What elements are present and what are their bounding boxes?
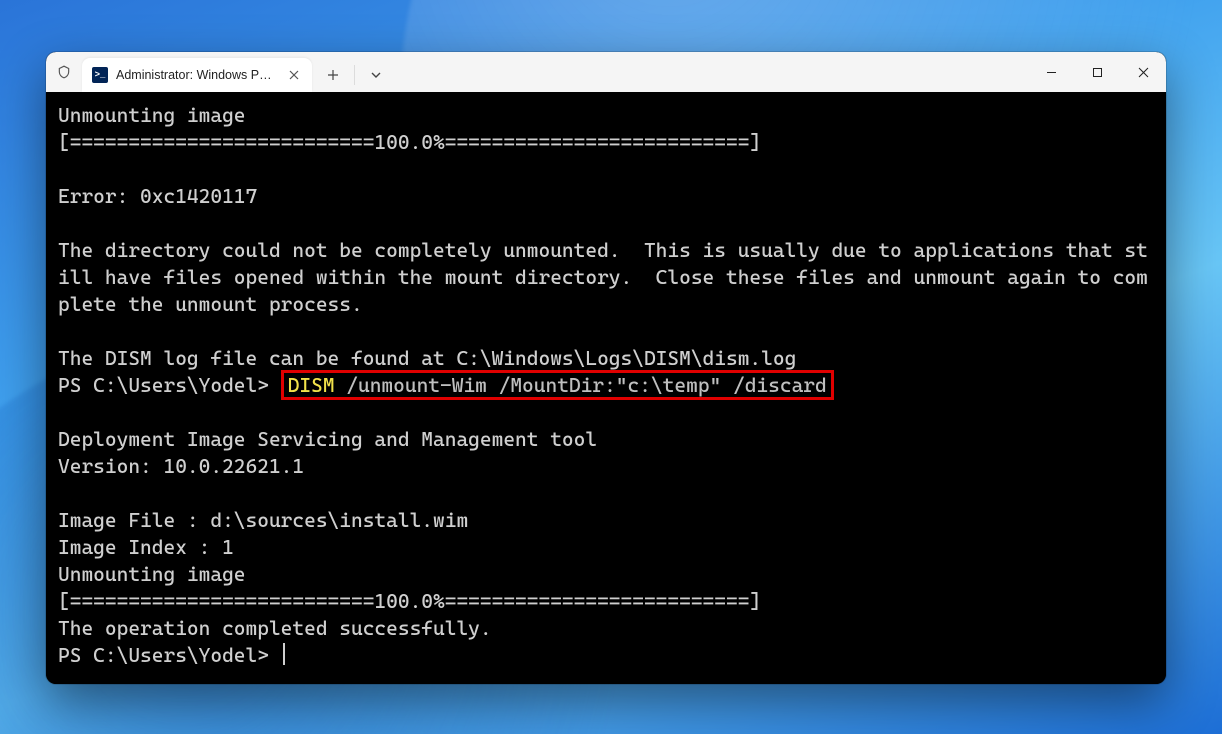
title-bar[interactable]: >_ Administrator: Windows Powe <box>46 52 1166 92</box>
output-line: Error: 0xc1420117 <box>58 184 257 208</box>
maximize-button[interactable] <box>1074 52 1120 92</box>
output-line: Image File : d:\sources\install.wim <box>58 508 468 532</box>
tab-dropdown-button[interactable] <box>359 58 393 92</box>
tab-divider <box>354 65 355 85</box>
minimize-button[interactable] <box>1028 52 1074 92</box>
title-bar-left: >_ Administrator: Windows Powe <box>46 52 393 92</box>
output-line: Unmounting image <box>58 103 246 127</box>
title-bar-drag-area[interactable] <box>393 52 1028 92</box>
window-controls <box>1028 52 1166 92</box>
output-line: The DISM log file can be found at C:\Win… <box>58 346 796 370</box>
tab-close-button[interactable] <box>286 67 302 83</box>
command-args: /unmount-Wim /MountDir:"c:\temp" /discar… <box>335 373 827 397</box>
prompt: PS C:\Users\Yodel> <box>58 373 281 397</box>
output-line: Version: 10.0.22621.1 <box>58 454 304 478</box>
shield-icon <box>56 64 72 80</box>
tab-powershell[interactable]: >_ Administrator: Windows Powe <box>82 58 312 92</box>
output-line: [==========================100.0%=======… <box>58 589 761 613</box>
output-line: [==========================100.0%=======… <box>58 130 761 154</box>
highlighted-command: DISM /unmount-Wim /MountDir:"c:\temp" /d… <box>281 370 834 400</box>
tab-title: Administrator: Windows Powe <box>116 68 276 82</box>
close-button[interactable] <box>1120 52 1166 92</box>
powershell-icon: >_ <box>92 67 108 83</box>
output-line: Image Index : 1 <box>58 535 234 559</box>
output-line: Deployment Image Servicing and Managemen… <box>58 427 597 451</box>
output-line: The directory could not be completely un… <box>58 238 1148 316</box>
terminal-window: >_ Administrator: Windows Powe <box>46 52 1166 684</box>
prompt: PS C:\Users\Yodel> <box>58 643 281 667</box>
terminal-body[interactable]: Unmounting image [======================… <box>46 92 1166 684</box>
output-line: The operation completed successfully. <box>58 616 492 640</box>
cursor <box>283 643 285 665</box>
new-tab-button[interactable] <box>316 58 350 92</box>
output-line: Unmounting image <box>58 562 246 586</box>
command-name: DISM <box>288 373 335 397</box>
